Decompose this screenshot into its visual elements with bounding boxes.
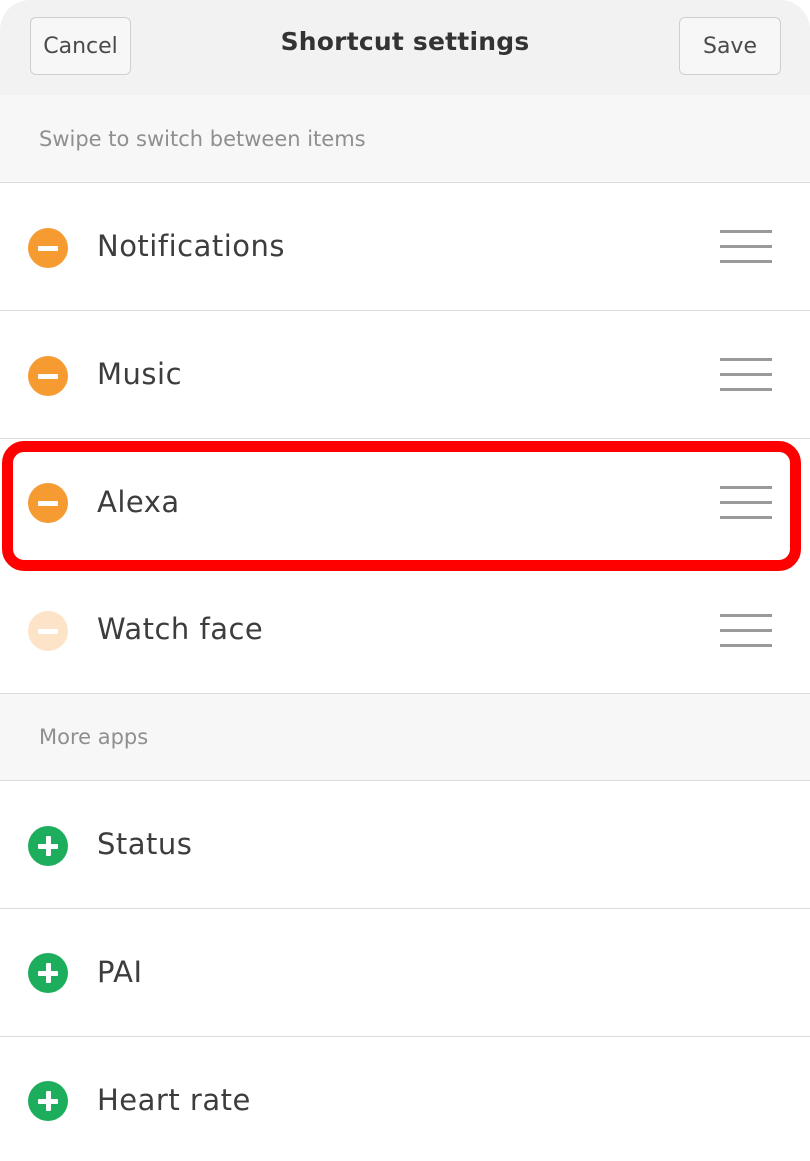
shortcut-item-music[interactable]: Music (0, 311, 810, 439)
shortcut-item-label: Watch face (97, 612, 264, 646)
drag-handle-icon[interactable] (720, 485, 772, 521)
shortcut-item-alexa[interactable]: Alexa (0, 439, 810, 567)
add-circle-icon[interactable] (28, 953, 68, 993)
save-button[interactable]: Save (679, 17, 781, 75)
swipe-hint: Swipe to switch between items (0, 95, 810, 183)
app-item-status[interactable]: Status (0, 781, 810, 909)
drag-handle-icon[interactable] (720, 229, 772, 265)
drag-handle-icon[interactable] (720, 357, 772, 393)
shortcut-item-label: Notifications (97, 229, 286, 263)
shortcut-settings-screen: Cancel Shortcut settings Save Swipe to s… (0, 0, 810, 1161)
remove-circle-icon[interactable] (28, 228, 68, 268)
more-apps-heading: More apps (0, 693, 810, 781)
app-item-label: Status (97, 827, 193, 861)
remove-circle-icon[interactable] (28, 356, 68, 396)
shortcut-item-watch-face[interactable]: Watch face (0, 567, 810, 693)
app-item-heart-rate[interactable]: Heart rate (0, 1037, 810, 1161)
app-item-label: Heart rate (97, 1083, 251, 1117)
remove-circle-icon[interactable] (28, 483, 68, 523)
shortcut-item-label: Alexa (97, 485, 180, 519)
header-bar: Cancel Shortcut settings Save (0, 0, 810, 95)
app-item-pai[interactable]: PAI (0, 909, 810, 1037)
shortcut-item-notifications[interactable]: Notifications (0, 183, 810, 311)
add-circle-icon[interactable] (28, 1081, 68, 1121)
add-circle-icon[interactable] (28, 826, 68, 866)
app-item-label: PAI (97, 955, 143, 989)
remove-circle-icon (28, 611, 68, 651)
drag-handle-icon[interactable] (720, 613, 772, 649)
shortcut-item-label: Music (97, 357, 183, 391)
